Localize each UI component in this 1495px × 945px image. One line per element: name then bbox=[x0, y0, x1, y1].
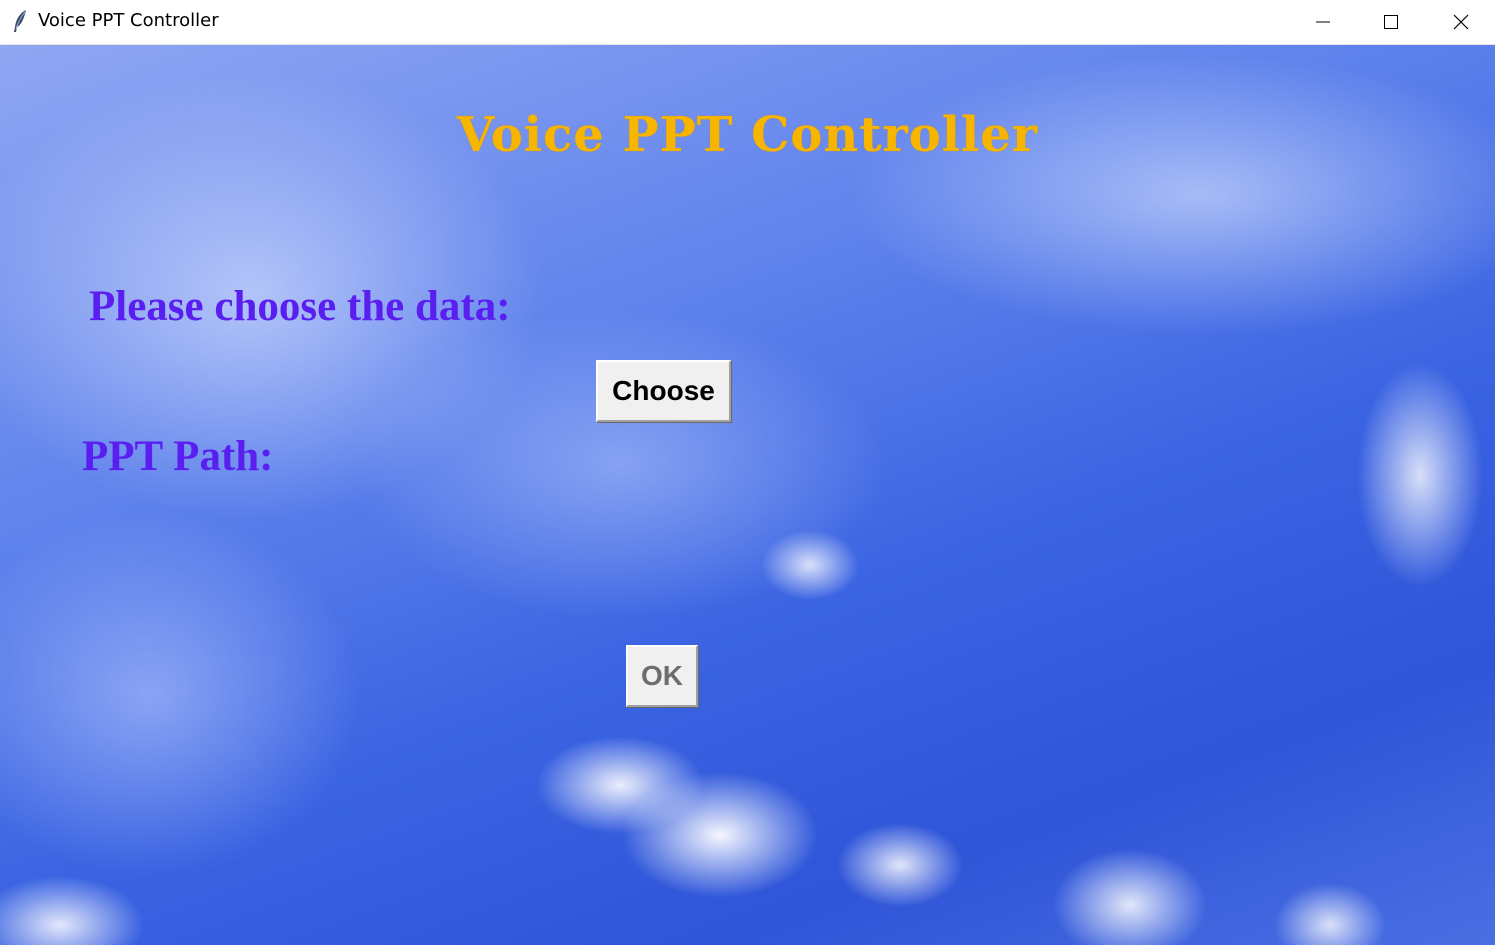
ok-button[interactable]: OK bbox=[626, 645, 698, 707]
maximize-button[interactable] bbox=[1357, 0, 1425, 44]
app-window: Voice PPT Controller Voice PPT Controlle… bbox=[0, 0, 1495, 945]
choose-button[interactable]: Choose bbox=[596, 360, 731, 422]
close-icon bbox=[1453, 14, 1469, 30]
minimize-icon bbox=[1315, 14, 1331, 30]
maximize-icon bbox=[1383, 14, 1399, 30]
window-title: Voice PPT Controller bbox=[38, 10, 219, 31]
app-heading: Voice PPT Controller bbox=[456, 107, 1039, 163]
feather-icon bbox=[12, 9, 28, 33]
sky-background-panel: Voice PPT Controller Please choose the d… bbox=[0, 45, 1495, 945]
minimize-button[interactable] bbox=[1289, 0, 1357, 44]
ppt-path-label: PPT Path: bbox=[82, 433, 274, 480]
choose-data-label: Please choose the data: bbox=[89, 283, 511, 330]
close-button[interactable] bbox=[1427, 0, 1495, 44]
title-bar[interactable]: Voice PPT Controller bbox=[0, 0, 1495, 45]
